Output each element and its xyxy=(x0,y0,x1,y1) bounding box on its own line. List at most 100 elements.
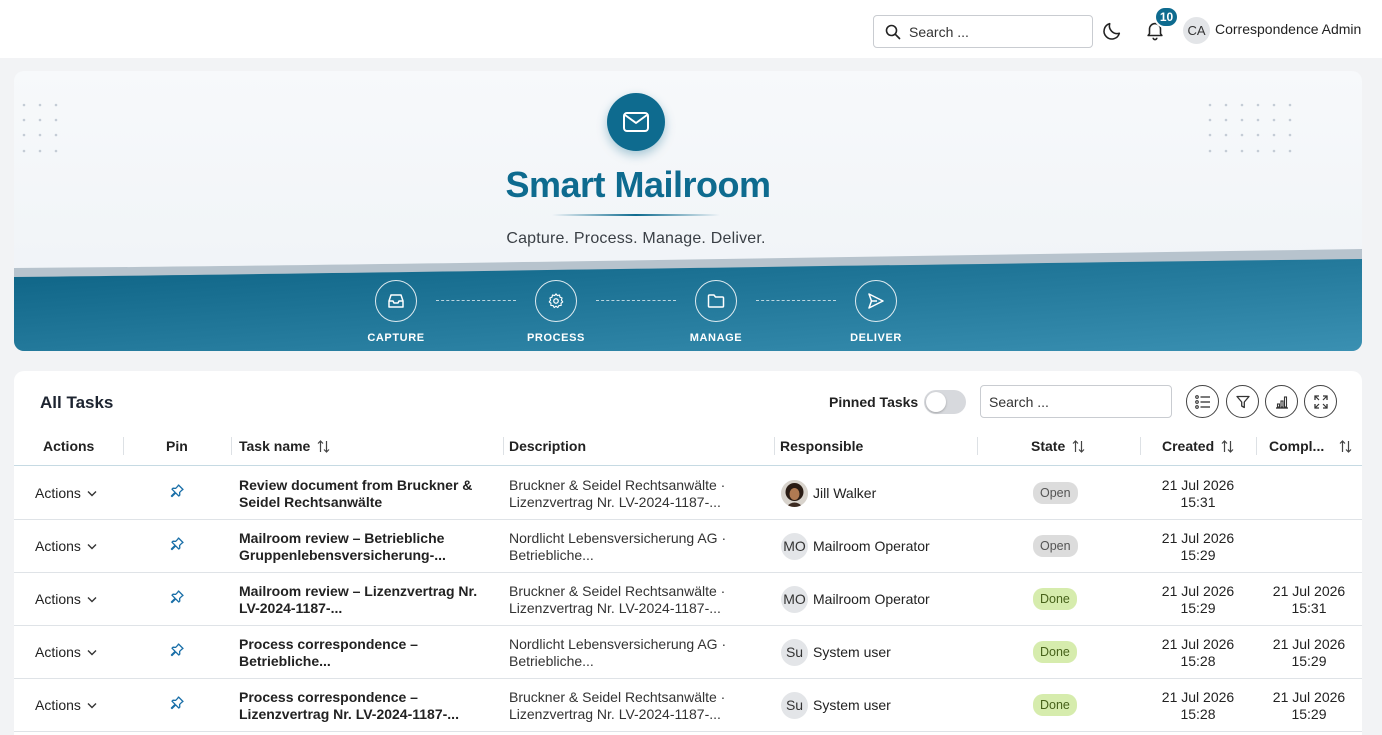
table-row[interactable]: Actions Process correspondence – Betrieb… xyxy=(14,626,1362,679)
column-separator[interactable] xyxy=(231,437,232,455)
created-date: 21 Jul 2026 15:29 xyxy=(1161,530,1235,563)
status-badge: Done xyxy=(1033,641,1077,663)
task-name[interactable]: Process correspondence – Betriebliche... xyxy=(239,636,499,670)
chevron-down-icon xyxy=(87,544,97,550)
avatar xyxy=(781,480,808,507)
step-label: MANAGE xyxy=(689,332,743,344)
filter-icon xyxy=(1235,395,1250,408)
created-date: 21 Jul 2026 15:28 xyxy=(1161,689,1235,722)
notification-count-badge: 10 xyxy=(1154,6,1179,28)
column-separator[interactable] xyxy=(977,437,978,455)
pin-icon xyxy=(170,696,184,710)
avatar: Su xyxy=(781,639,808,666)
table-row[interactable]: Actions Mailroom review – Lizenzvertrag … xyxy=(14,573,1362,626)
sort-icon[interactable] xyxy=(1339,439,1352,453)
responsible-name: System user xyxy=(813,697,891,713)
global-search[interactable] xyxy=(873,15,1093,48)
created-date: 21 Jul 2026 15:29 xyxy=(1161,583,1235,616)
list-icon xyxy=(1194,394,1210,409)
pinned-tasks-label: Pinned Tasks xyxy=(829,394,919,410)
global-search-input[interactable] xyxy=(909,23,1079,40)
chevron-down-icon xyxy=(87,650,97,656)
step-connector xyxy=(436,300,516,301)
user-name[interactable]: Correspondence Admin xyxy=(1215,21,1361,37)
task-name[interactable]: Mailroom review – Lizenzvertrag Nr. LV-2… xyxy=(239,583,499,617)
row-actions-dropdown[interactable]: Actions xyxy=(35,697,97,714)
task-description: Bruckner & Seidel Rechtsanwälte · Lizenz… xyxy=(509,477,726,510)
tasks-title: All Tasks xyxy=(40,393,114,412)
column-separator[interactable] xyxy=(123,437,124,455)
status-badge: Done xyxy=(1033,588,1077,610)
fullscreen-button[interactable] xyxy=(1304,385,1337,418)
sort-icon[interactable] xyxy=(317,439,330,453)
responsible-name: Jill Walker xyxy=(813,485,877,501)
column-separator[interactable] xyxy=(774,437,775,455)
created-date: 21 Jul 2026 15:28 xyxy=(1161,636,1235,669)
task-name[interactable]: Process correspondence – Lizenzvertrag N… xyxy=(239,689,499,723)
dark-mode-toggle-icon[interactable] xyxy=(1101,20,1123,47)
pin-button[interactable] xyxy=(170,537,184,555)
task-responsible: Su System user xyxy=(781,692,891,719)
task-responsible: Su System user xyxy=(781,639,891,666)
created-date: 21 Jul 2026 15:31 xyxy=(1161,477,1235,510)
pin-button[interactable] xyxy=(170,484,184,502)
task-description: Nordlicht Lebensversicherung AG · Betrie… xyxy=(509,530,727,563)
completed-date: 21 Jul 2026 15:29 xyxy=(1272,689,1346,722)
sort-icon[interactable] xyxy=(1221,439,1234,453)
step-connector xyxy=(756,300,836,301)
filter-button[interactable] xyxy=(1226,385,1259,418)
chart-button[interactable] xyxy=(1265,385,1298,418)
task-responsible: MO Mailroom Operator xyxy=(781,586,930,613)
column-header-actions: Actions xyxy=(43,438,95,454)
column-separator[interactable] xyxy=(1140,437,1141,455)
step-deliver: DELIVER xyxy=(836,280,916,344)
task-name[interactable]: Mailroom review – Betriebliche Gruppenle… xyxy=(239,530,499,564)
pinned-tasks-toggle[interactable] xyxy=(924,390,966,414)
chevron-down-icon xyxy=(87,491,97,497)
column-header-task-name[interactable]: Task name xyxy=(239,438,330,454)
send-icon xyxy=(855,280,897,322)
task-responsible: MO Mailroom Operator xyxy=(781,533,930,560)
pin-button[interactable] xyxy=(170,696,184,714)
status-badge: Done xyxy=(1033,694,1077,716)
search-icon xyxy=(885,24,901,39)
step-label: CAPTURE xyxy=(367,332,425,344)
table-row[interactable]: Actions Mailroom review – Betriebliche G… xyxy=(14,520,1362,573)
row-actions-dropdown[interactable]: Actions xyxy=(35,644,97,661)
pin-button[interactable] xyxy=(170,590,184,608)
column-header-state[interactable]: State xyxy=(1031,438,1085,454)
column-header-created[interactable]: Created xyxy=(1162,438,1234,454)
responsible-name: Mailroom Operator xyxy=(813,591,930,607)
responsible-name: Mailroom Operator xyxy=(813,538,930,554)
table-row[interactable]: Actions Review document from Bruckner & … xyxy=(14,467,1362,520)
column-separator[interactable] xyxy=(503,437,504,455)
table-header: Actions Pin Task name Description Respon… xyxy=(14,429,1362,466)
completed-date: 21 Jul 2026 15:31 xyxy=(1272,583,1346,616)
step-label: DELIVER xyxy=(850,332,902,344)
task-description: Nordlicht Lebensversicherung AG · Betrie… xyxy=(509,636,727,669)
avatar: Su xyxy=(781,692,808,719)
task-responsible: Jill Walker xyxy=(781,480,876,507)
column-header-description: Description xyxy=(509,438,587,454)
column-header-completed[interactable]: Compl... xyxy=(1269,438,1352,454)
sort-icon[interactable] xyxy=(1072,439,1085,453)
pin-button[interactable] xyxy=(170,643,184,661)
table-row[interactable]: Actions Process correspondence – Lizenzv… xyxy=(14,679,1362,732)
tasks-search-input[interactable] xyxy=(980,385,1172,418)
column-separator[interactable] xyxy=(1256,437,1257,455)
list-view-button[interactable] xyxy=(1186,385,1219,418)
row-actions-dropdown[interactable]: Actions xyxy=(35,591,97,608)
row-actions-dropdown[interactable]: Actions xyxy=(35,538,97,555)
expand-icon xyxy=(1313,394,1328,409)
row-actions-dropdown[interactable]: Actions xyxy=(35,485,97,502)
pin-icon xyxy=(170,590,184,604)
task-description: Bruckner & Seidel Rechtsanwälte · Lizenz… xyxy=(509,583,726,616)
pin-icon xyxy=(170,484,184,498)
pin-icon xyxy=(170,537,184,551)
responsible-name: System user xyxy=(813,644,891,660)
task-name[interactable]: Review document from Bruckner & Seidel R… xyxy=(239,477,499,511)
column-header-pin: Pin xyxy=(166,438,188,454)
user-avatar[interactable]: CA xyxy=(1183,17,1210,44)
step-label: PROCESS xyxy=(527,332,585,344)
gear-icon xyxy=(535,280,577,322)
